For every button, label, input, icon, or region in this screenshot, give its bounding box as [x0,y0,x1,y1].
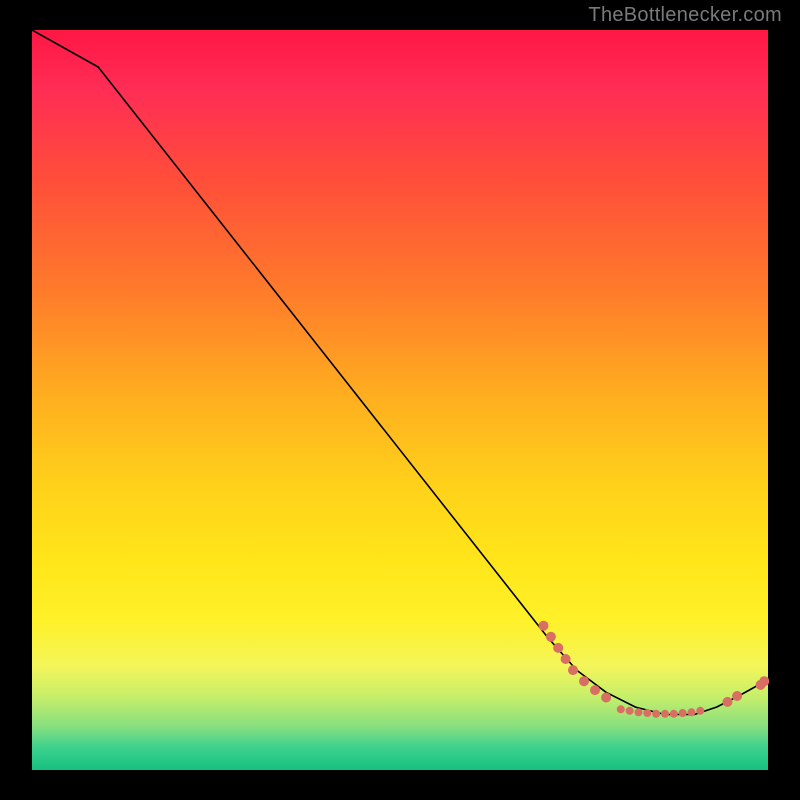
chart-data-point [635,708,643,716]
chart-data-point [546,632,556,642]
attribution-text: TheBottlenecker.com [588,4,782,27]
chart-line-curve [32,30,768,715]
chart-svg [32,30,768,770]
chart-data-point [590,685,600,695]
chart-data-point [688,708,696,716]
chart-data-point [643,709,651,717]
chart-data-point [617,705,625,713]
chart-data-point [601,693,611,703]
chart-data-point [579,676,589,686]
chart-data-point [732,691,742,701]
chart-data-point [553,643,563,653]
chart-data-point [670,710,678,718]
chart-data-point [568,665,578,675]
chart-data-point [539,621,549,631]
chart-data-point [626,707,634,715]
chart-data-point [679,709,687,717]
chart-points-left-cluster [539,621,612,703]
chart-data-point [723,697,733,707]
chart-points-bottom-row [617,705,705,718]
chart-data-point [661,710,669,718]
chart-data-point [696,707,704,715]
chart-data-point [759,676,769,686]
chart-plot [32,30,768,770]
chart-data-point [561,654,571,664]
chart-data-point [652,710,660,718]
